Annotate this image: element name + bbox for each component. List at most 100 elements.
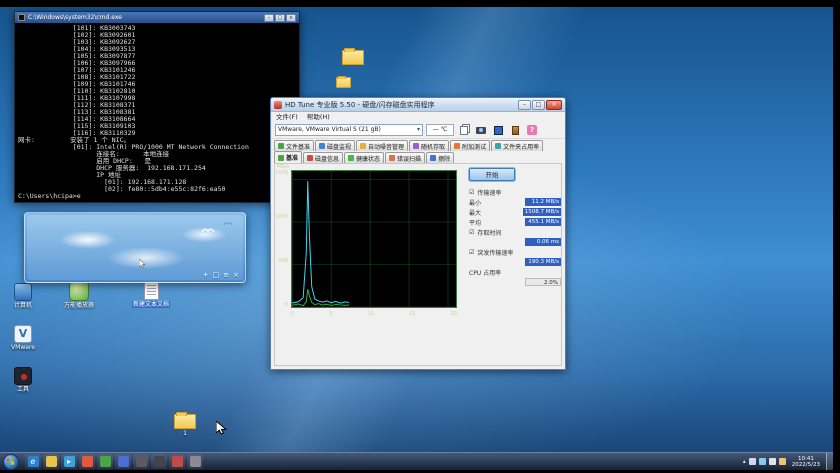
tab-文件基准[interactable]: 文件基准 bbox=[274, 140, 314, 151]
x-axis-labels: 05101520 bbox=[291, 311, 457, 317]
burst-checkbox[interactable]: ☑ bbox=[469, 249, 474, 256]
exit-icon bbox=[512, 126, 519, 135]
player-control-2[interactable]: ≡ bbox=[223, 271, 229, 279]
avg-value: 455.1 MB/s bbox=[525, 218, 561, 226]
windows-logo-icon bbox=[6, 457, 15, 466]
help-button[interactable]: ? bbox=[525, 124, 539, 137]
tab-icon bbox=[348, 155, 354, 161]
icon-label: 工具 bbox=[16, 386, 30, 393]
taskbar-app-red[interactable] bbox=[169, 454, 185, 469]
access-checkbox[interactable]: ☑ bbox=[469, 229, 474, 236]
tab-基准[interactable]: 基准 bbox=[274, 151, 302, 163]
access-value: 0.06 ms bbox=[525, 238, 561, 246]
hdtune-app-icon bbox=[274, 101, 282, 109]
exit-button[interactable] bbox=[508, 124, 522, 137]
cmd-minimize-button[interactable]: – bbox=[264, 14, 274, 22]
tray-flag-icon[interactable] bbox=[749, 458, 756, 465]
folder-icon bbox=[342, 50, 364, 65]
player-control-1[interactable]: □ bbox=[213, 271, 220, 279]
tab-icon bbox=[389, 155, 395, 161]
benchmark-panel: 开始 ☑ 传输速率 最小 11.2 MB/s 最大 1508.7 MB/s 平均… bbox=[465, 168, 565, 287]
cmd-window[interactable]: C:\Windows\system32\cmd.exe – □ × [101]:… bbox=[14, 11, 300, 203]
show-desktop-button[interactable] bbox=[826, 453, 833, 471]
avg-label: 平均 bbox=[469, 218, 481, 227]
taskbar-ie[interactable]: e bbox=[25, 454, 41, 469]
cpu-label: CPU 占用率 bbox=[469, 268, 501, 277]
hdtune-titlebar[interactable]: HD Tune 专业版 5.50 - 硬盘/闪存磁盘实用程序 – □ × bbox=[271, 98, 565, 112]
cmd-output: [101]: KB3003743 [102]: KB3092601 [103]:… bbox=[15, 23, 299, 202]
copy-icon bbox=[460, 126, 468, 135]
desktop-folder-2[interactable] bbox=[320, 75, 366, 88]
y-tick: 1000 bbox=[275, 214, 289, 220]
taskbar-app-dark2[interactable] bbox=[151, 454, 167, 469]
tab-健康状态[interactable]: 健康状态 bbox=[344, 152, 384, 163]
desktop-icon-app2[interactable]: VVMware bbox=[0, 325, 46, 351]
tab-磁盘信息[interactable]: 磁盘信息 bbox=[303, 152, 343, 163]
taskbar-browser[interactable] bbox=[79, 454, 95, 469]
menu-file[interactable]: 文件(F) bbox=[276, 112, 298, 122]
hdtune-close-button[interactable]: × bbox=[546, 100, 562, 110]
hidden-icons-button[interactable]: ▴ bbox=[743, 458, 746, 465]
mouse-cursor bbox=[216, 421, 227, 435]
player-control-3[interactable]: × bbox=[233, 271, 239, 279]
cmd-titlebar[interactable]: C:\Windows\system32\cmd.exe – □ × bbox=[15, 12, 299, 23]
x-tick: 20 bbox=[451, 311, 457, 317]
hdtune-minimize-button[interactable]: – bbox=[518, 100, 531, 110]
desktop-icon-player[interactable]: 万能播放器 bbox=[56, 281, 102, 309]
transfer-checkbox[interactable]: ☑ bbox=[469, 189, 474, 196]
hdtune-maximize-button[interactable]: □ bbox=[532, 100, 545, 110]
desktop[interactable]: 计算机 VVMware 工具 万能播放器新建文本文档 1 C:\Windows\syst… bbox=[0, 7, 833, 470]
taskbar-explorer[interactable] bbox=[43, 454, 59, 469]
tabs-row-1: 文件基准磁盘监视自动噪音管理随机存取附加测试文件夹占用率 bbox=[271, 139, 565, 151]
icon-label: 计算机 bbox=[13, 302, 33, 309]
explorer-icon bbox=[46, 456, 57, 467]
desktop-icon-doc[interactable]: 新建文本文档 bbox=[128, 281, 174, 308]
app-green-icon bbox=[69, 281, 89, 301]
tab-错误扫描[interactable]: 错误扫描 bbox=[385, 152, 425, 163]
tab-附加测试[interactable]: 附加测试 bbox=[450, 140, 490, 151]
taskbar-app-dark1[interactable] bbox=[133, 454, 149, 469]
icon-label: VMware bbox=[10, 344, 36, 351]
taskbar-app-grey[interactable] bbox=[187, 454, 203, 469]
hdtune-window[interactable]: HD Tune 专业版 5.50 - 硬盘/闪存磁盘实用程序 – □ × 文件(… bbox=[270, 97, 566, 370]
taskbar-clock[interactable]: 10:41 2022/5/23 bbox=[789, 456, 823, 468]
tab-icon bbox=[413, 143, 419, 149]
taskbar-media-player[interactable]: ▸ bbox=[61, 454, 77, 469]
taskbar-app-blue[interactable] bbox=[115, 454, 131, 469]
tab-擦除[interactable]: 擦除 bbox=[426, 152, 454, 163]
copy-button[interactable] bbox=[457, 124, 471, 137]
tab-icon bbox=[495, 143, 501, 149]
save-icon bbox=[494, 126, 503, 135]
tab-文件夹占用率[interactable]: 文件夹占用率 bbox=[491, 140, 543, 151]
tab-icon bbox=[454, 143, 460, 149]
start-button[interactable]: 开始 bbox=[469, 168, 515, 181]
app-v-icon: V bbox=[14, 325, 32, 343]
save-button[interactable] bbox=[491, 124, 505, 137]
screenshot-button[interactable] bbox=[474, 124, 488, 137]
menu-help[interactable]: 帮助(H) bbox=[307, 112, 330, 122]
tray-input-icon[interactable] bbox=[779, 458, 786, 465]
tab-随机存取[interactable]: 随机存取 bbox=[409, 140, 449, 151]
cmd-maximize-button[interactable]: □ bbox=[275, 14, 285, 22]
tray-network-icon[interactable] bbox=[759, 458, 766, 465]
tray-volume-icon[interactable] bbox=[769, 458, 776, 465]
tab-自动噪音管理[interactable]: 自动噪音管理 bbox=[356, 140, 408, 151]
app-dark2-icon bbox=[154, 456, 165, 467]
player-control-0[interactable]: + bbox=[203, 271, 209, 279]
tab-icon bbox=[278, 155, 284, 161]
tab-磁盘监视[interactable]: 磁盘监视 bbox=[315, 140, 355, 151]
x-tick: 10 bbox=[368, 311, 374, 317]
bird-icon bbox=[223, 221, 233, 226]
desktop-folder-3[interactable]: 1 bbox=[162, 411, 208, 437]
help-icon: ? bbox=[527, 125, 537, 135]
cmd-close-button[interactable]: × bbox=[286, 14, 296, 22]
tab-icon bbox=[360, 143, 366, 149]
taskbar-app-green[interactable] bbox=[97, 454, 113, 469]
desktop-folder-1[interactable] bbox=[330, 47, 376, 65]
video-player-window[interactable]: + □≡ × bbox=[24, 212, 246, 283]
drive-select[interactable]: VMware, VMware Virtual S (21 gB) ▾ bbox=[275, 124, 423, 136]
start-button-orb[interactable] bbox=[3, 454, 19, 470]
desktop-icon-app3[interactable]: 工具 bbox=[0, 367, 46, 393]
desktop-icon-app1[interactable]: 计算机 bbox=[0, 283, 46, 309]
taskbar: e ▸ ▴ 10:41 2022/5/23 bbox=[0, 452, 833, 470]
